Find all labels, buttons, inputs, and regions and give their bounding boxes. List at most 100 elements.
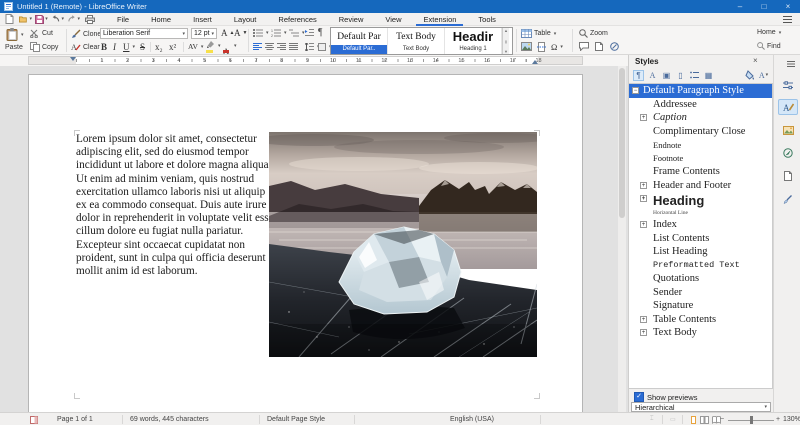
left-indent-marker[interactable] — [70, 57, 76, 61]
show-previews-option[interactable]: ✓ Show previews — [634, 392, 697, 402]
status-language[interactable]: English (USA) — [450, 416, 494, 423]
redo-button[interactable]: ▾ — [67, 14, 80, 25]
ribbon-tab[interactable]: File — [106, 13, 140, 26]
menubar-hamburger-icon[interactable] — [781, 14, 794, 25]
increase-font-size-button[interactable]: A▲ — [221, 28, 234, 38]
bullet-list-button[interactable]: ▾ — [253, 29, 269, 37]
style-gallery-item[interactable]: Headir Heading 1 — [445, 28, 502, 54]
close-button[interactable]: × — [776, 0, 800, 13]
style-item[interactable]: Addressee — [629, 98, 772, 112]
open-file-button[interactable]: ▾ — [19, 14, 32, 25]
justify-button[interactable] — [289, 43, 298, 51]
italic-button[interactable]: I — [113, 42, 116, 52]
expander-icon[interactable]: + — [640, 195, 647, 202]
ribbon-tab[interactable]: References — [267, 13, 327, 26]
font-size-combo[interactable]: 12 pt▾ — [191, 28, 217, 39]
sidebar-toggle-icon[interactable] — [30, 416, 38, 424]
status-page-style[interactable]: Default Page Style — [267, 416, 325, 423]
gallery-deck-icon[interactable] — [778, 122, 798, 138]
align-left-button[interactable] — [253, 43, 262, 51]
style-item[interactable]: + Caption — [629, 111, 772, 125]
ice-lake-photo[interactable] — [269, 132, 537, 357]
style-item[interactable]: List Contents — [629, 232, 772, 246]
expander-icon[interactable]: + — [640, 221, 647, 228]
insert-image-button[interactable] — [521, 42, 532, 51]
save-button[interactable]: ▾ — [35, 14, 48, 25]
paragraph-styles-icon[interactable]: ¶ — [633, 70, 644, 81]
style-item[interactable]: List Heading — [629, 245, 772, 259]
increase-indent-button[interactable] — [305, 29, 314, 37]
ribbon-tab[interactable]: Insert — [182, 13, 223, 26]
bold-button[interactable]: B — [101, 42, 107, 52]
status-word-count[interactable]: 69 words, 445 characters — [130, 416, 209, 423]
cut-button[interactable]: Cut — [30, 29, 53, 38]
expander-icon[interactable]: + — [640, 114, 647, 121]
home-section-menu[interactable]: Home▾ — [757, 29, 781, 36]
sidebar-settings-icon[interactable] — [784, 56, 798, 72]
fill-format-mode-icon[interactable] — [744, 70, 755, 81]
outline-list-button[interactable]: ▾ — [289, 29, 305, 37]
style-item[interactable]: Quotations — [629, 272, 772, 286]
style-item[interactable]: Frame Contents — [629, 165, 772, 179]
style-inspector-deck-icon[interactable] — [778, 191, 798, 207]
style-item[interactable]: Signature — [629, 299, 772, 313]
font-name-combo[interactable]: Liberation Serif▾ — [100, 28, 188, 39]
style-gallery-item[interactable]: Default Par Default Par.. — [331, 28, 388, 54]
style-item[interactable]: + Header and Footer — [629, 179, 772, 193]
highlight-color-button[interactable]: ▾ — [206, 41, 221, 50]
clear-formatting-button[interactable]: A Clear — [71, 42, 100, 52]
undo-button[interactable]: ▾ — [51, 14, 64, 25]
zoom-slider-thumb[interactable] — [750, 416, 753, 424]
style-item[interactable]: + Heading — [629, 192, 772, 208]
style-filter-select[interactable]: Hierarchical▾ — [631, 402, 771, 412]
decrease-font-size-button[interactable]: A▼ — [234, 28, 247, 38]
properties-deck-icon[interactable] — [778, 77, 798, 93]
paste-button[interactable]: ▾ — [6, 28, 24, 41]
selection-mode-icon[interactable]: ▭ — [670, 416, 678, 424]
style-item[interactable]: Preformatted Text — [629, 259, 772, 273]
ribbon-tab[interactable]: Layout — [223, 13, 268, 26]
insert-table-button[interactable]: Table▾ — [521, 29, 556, 38]
style-item[interactable]: − Default Paragraph Style — [629, 84, 772, 98]
status-page-number[interactable]: Page 1 of 1 — [57, 416, 93, 423]
page-deck-icon[interactable] — [778, 168, 798, 184]
paste-label[interactable]: Paste — [5, 44, 23, 51]
list-styles-icon[interactable] — [689, 70, 700, 81]
multi-page-view-icon[interactable] — [700, 416, 708, 424]
document-scrollbar[interactable] — [618, 66, 626, 412]
styles-deck-icon[interactable]: A — [778, 99, 798, 115]
style-item[interactable]: Footnote — [629, 152, 772, 166]
special-character-button[interactable]: Ω▾ — [551, 42, 563, 52]
style-item[interactable]: Sender — [629, 286, 772, 300]
expander-icon[interactable]: + — [640, 182, 647, 189]
expander-icon[interactable]: + — [640, 316, 647, 323]
superscript-button[interactable]: x² — [169, 42, 176, 52]
show-previews-checkbox[interactable]: ✓ — [634, 392, 644, 402]
zoom-in-button[interactable]: + — [776, 416, 780, 423]
navigator-deck-icon[interactable] — [778, 145, 798, 161]
insert-comment-button[interactable] — [579, 42, 589, 51]
ribbon-tab[interactable]: Tools — [467, 13, 507, 26]
status-zoom-level[interactable]: 130% — [783, 416, 800, 423]
ribbon-tab[interactable]: View — [374, 13, 412, 26]
minimize-button[interactable]: – — [728, 0, 752, 13]
maximize-button[interactable]: □ — [752, 0, 776, 13]
style-item[interactable]: + Text Body — [629, 326, 772, 340]
print-button[interactable] — [83, 14, 96, 25]
book-view-icon[interactable] — [712, 416, 720, 424]
right-indent-marker[interactable] — [532, 60, 538, 64]
ribbon-tab[interactable]: Extension — [412, 13, 467, 26]
align-center-button[interactable] — [265, 43, 274, 51]
style-item[interactable]: Endnote — [629, 138, 772, 152]
clone-formatting-button[interactable]: Clone — [71, 29, 101, 39]
insert-hyperlink-button[interactable] — [610, 42, 619, 51]
ribbon-tab[interactable]: Review — [328, 13, 375, 26]
new-style-from-selection-icon[interactable]: A▾ — [758, 70, 769, 81]
style-item[interactable]: Horizontal Line — [629, 208, 772, 218]
body-paragraph[interactable]: Lorem ipsum dolor sit amet, consectetur … — [76, 133, 275, 278]
single-page-view-icon[interactable] — [690, 416, 698, 424]
expander-icon[interactable]: + — [640, 329, 647, 336]
insert-field-button[interactable] — [595, 42, 603, 51]
underline-button[interactable]: U▾ — [123, 42, 135, 52]
style-item[interactable]: Complimentary Close — [629, 125, 772, 139]
